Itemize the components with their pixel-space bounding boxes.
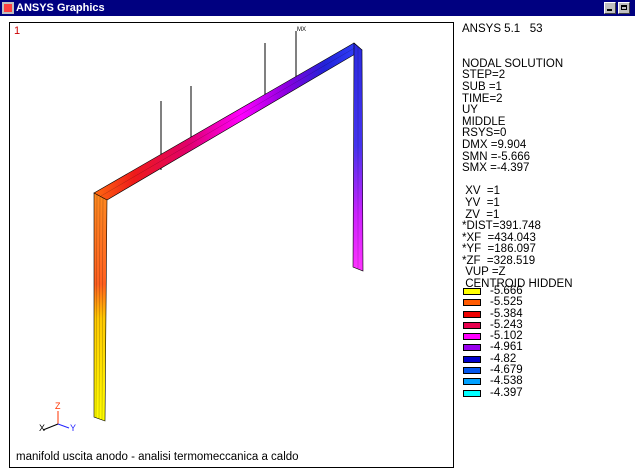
view-line: *DIST=391.748 [462, 220, 541, 233]
info-line: TIME=2 [462, 92, 503, 105]
legend-row: -5.102 [462, 330, 632, 343]
legend-value: -4.961 [490, 341, 523, 354]
legend-value: -4.538 [490, 375, 523, 388]
graphics-viewport[interactable]: MX Z X Y 1 manifold uscita anodo - anali… [9, 22, 454, 468]
axis-triad: Z X Y [39, 401, 76, 433]
legend-swatch [463, 355, 481, 363]
legend-row: -4.397 [462, 386, 632, 399]
legend-row: -4.538 [462, 375, 632, 388]
legend-value: -5.384 [490, 307, 523, 320]
triad-z-label: Z [55, 401, 61, 411]
legend-swatch [463, 299, 481, 307]
triad-x-label: X [39, 423, 45, 433]
model-canvas: MX Z X Y [39, 27, 364, 433]
info-panel: ANSYS 5.1 53 NODAL SOLUTION STEP=2 SUB =… [462, 23, 632, 291]
legend-value: -4.679 [490, 364, 523, 377]
info-line: UY [462, 104, 478, 117]
legend-value: -5.243 [490, 318, 523, 331]
legend-value: -4.82 [490, 352, 517, 365]
legend-swatch [463, 389, 481, 397]
legend-row: -5.525 [462, 296, 632, 309]
legend-swatch [463, 367, 481, 375]
view-line: YV =1 [462, 196, 500, 209]
legend-swatch [463, 378, 481, 386]
legend-row: -4.82 [462, 352, 632, 365]
legend-swatch [463, 310, 481, 318]
info-line: SMX =-4.397 [462, 162, 530, 175]
legend-swatch [463, 344, 481, 352]
legend-value: -5.102 [490, 330, 523, 343]
legend-swatch [463, 288, 481, 295]
triad-y-label: Y [70, 423, 76, 433]
max-marker: MX [297, 27, 306, 33]
version-label: ANSYS 5.1 53 [462, 23, 543, 35]
minimize-button[interactable] [604, 2, 616, 14]
legend-row: -5.384 [462, 307, 632, 320]
info-line: DMX =9.904 [462, 138, 527, 151]
legend-swatch [463, 333, 481, 341]
window-title: ANSYS Graphics [16, 2, 105, 14]
window-number: 1 [14, 25, 21, 37]
legend-row: -5.243 [462, 318, 632, 331]
legend-value: -5.525 [490, 296, 523, 309]
app-icon[interactable] [2, 2, 14, 14]
legend-value: -5.666 [490, 285, 523, 297]
legend-row: -4.679 [462, 364, 632, 377]
left-leg [93, 192, 108, 422]
info-line: SUB =1 [462, 80, 502, 93]
legend-swatch [463, 321, 481, 329]
legend-value: -4.397 [490, 386, 523, 399]
legend-row: -5.666 [462, 285, 632, 297]
maximize-button[interactable] [618, 2, 630, 14]
title-bar[interactable]: ANSYS Graphics [0, 0, 635, 16]
plot-caption: manifold uscita anodo - analisi termomec… [16, 451, 299, 463]
legend-row: -4.961 [462, 341, 632, 354]
contour-legend: -5.666 -5.525 -5.384 -5.243 -5.102 -4.96… [462, 285, 632, 399]
